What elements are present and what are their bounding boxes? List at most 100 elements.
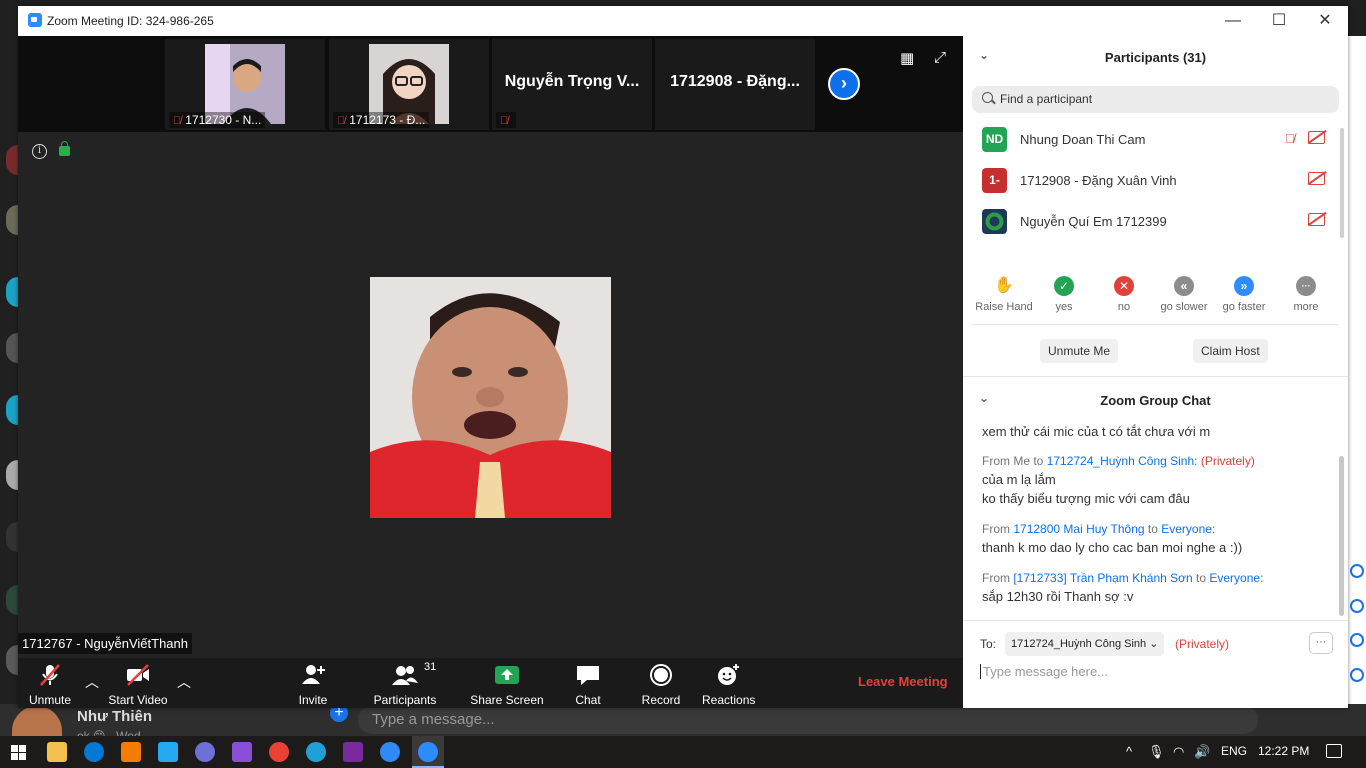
title-bar: Zoom Meeting ID: 324-986-265 — ☐ ✕ [18, 6, 1348, 36]
chat-to-label: To: [980, 637, 997, 651]
privately-tag: (Privately) [1175, 637, 1230, 651]
reactions-label: Reactions [702, 693, 756, 707]
participant-thumbnail[interactable]: 🎙̸ 1712730 - N... [165, 39, 325, 130]
record-button[interactable]: Record [636, 658, 686, 708]
chat-recipient-link[interactable]: 1712724_Huỳnh Công Sinh: [1047, 454, 1198, 468]
zoom-taskbar-button[interactable] [412, 736, 444, 768]
divider [963, 620, 1348, 621]
tray-overflow-caret-icon[interactable]: ^ [1126, 744, 1132, 759]
collapse-chevron-icon[interactable]: ⌄ [979, 391, 989, 405]
maximize-button[interactable]: ☐ [1256, 6, 1302, 36]
info-icon[interactable]: i [32, 144, 47, 159]
chat-scrollbar[interactable] [1339, 456, 1344, 616]
claim-host-button[interactable]: Claim Host [1193, 339, 1268, 363]
app-icon[interactable] [195, 742, 215, 762]
vscode-icon[interactable] [158, 742, 178, 762]
video-options-caret-icon[interactable]: ︿ [177, 672, 191, 692]
reaction-label: go faster [1222, 301, 1266, 313]
volume-icon[interactable]: 🔊 [1194, 744, 1210, 760]
participant-name: Nhung Doan Thi Cam [1020, 132, 1146, 147]
share-screen-label: Share Screen [470, 693, 544, 707]
chat-recipient-select[interactable]: 1712724_Huỳnh Công Sinh ⌄ [1005, 632, 1165, 656]
participant-search-input[interactable]: Find a participant [972, 86, 1339, 113]
chat-message-header: From [1712733] Trần Phạm Khánh Sơn to Ev… [982, 571, 1263, 585]
collapse-chevron-icon[interactable]: ⌄ [979, 48, 989, 62]
video-off-icon [1308, 131, 1325, 144]
more-reactions-button[interactable]: ··· more [1274, 276, 1338, 313]
chat-to-word: to [1196, 571, 1207, 585]
chat-message-input[interactable]: Type message here... [980, 664, 1108, 679]
participant-row[interactable]: Nguyễn Quí Em 1712399 [963, 201, 1338, 242]
background-avatar [6, 522, 18, 552]
chat-label: Chat [575, 693, 601, 707]
visual-studio-icon[interactable] [232, 742, 252, 762]
edge-icon[interactable] [306, 742, 326, 762]
raise-hand-icon: ✋ [994, 277, 1014, 294]
participant-row[interactable]: 1- 1712908 - Đặng Xuân Vinh [963, 160, 1338, 201]
raise-hand-button[interactable]: ✋ Raise Hand [972, 276, 1036, 313]
no-button[interactable]: ✕ no [1092, 276, 1156, 313]
chat-message-header: From 1712800 Mai Huy Thông to Everyone: [982, 522, 1215, 536]
participants-scrollbar[interactable] [1340, 128, 1344, 238]
onenote-icon[interactable] [343, 742, 363, 762]
invite-label: Invite [298, 693, 328, 707]
muted-mic-icon [40, 664, 60, 686]
background-message-input[interactable]: Type a message... [358, 706, 1258, 734]
chat-sender-link[interactable]: [1712733] Trần Phạm Khánh Sơn [1013, 571, 1192, 585]
chat-recipient-link[interactable]: Everyone: [1209, 571, 1263, 585]
chat-message: của m lạ lắm [982, 472, 1056, 487]
unmute-button[interactable]: Unmute [22, 658, 78, 708]
close-button[interactable]: ✕ [1302, 6, 1348, 36]
reactions-button[interactable]: Reactions [702, 658, 756, 708]
start-video-button[interactable]: Start Video [106, 658, 170, 708]
unmute-me-button[interactable]: Unmute Me [1040, 339, 1119, 363]
yes-button[interactable]: ✓ yes [1032, 276, 1096, 313]
wifi-icon[interactable]: ◠ [1173, 744, 1184, 760]
microphone-tray-icon[interactable]: 🎙 [1148, 744, 1165, 760]
background-sidebar [0, 0, 18, 736]
messenger-icon[interactable] [380, 742, 400, 762]
go-faster-button[interactable]: » go faster [1212, 276, 1276, 313]
chat-message: ko thấy biểu tượng mic với cam đâu [982, 491, 1190, 506]
chat-more-button[interactable]: ··· [1309, 632, 1333, 654]
windows-start-icon[interactable] [11, 745, 26, 760]
background-avatar [6, 645, 18, 675]
divider [973, 324, 1338, 325]
chat-button[interactable]: Chat [566, 658, 610, 708]
sublime-text-icon[interactable] [121, 742, 141, 762]
participant-row[interactable]: ND Nhung Doan Thi Cam 🎙̸ [963, 119, 1338, 160]
next-page-button[interactable]: › [828, 68, 860, 100]
participant-thumbnail[interactable]: 🎙̸ 1712173 - Đ... [329, 39, 489, 130]
file-explorer-icon[interactable] [47, 742, 67, 762]
participant-thumbnail[interactable]: Nguyễn Trọng V... 🎙̸ [492, 39, 652, 130]
encryption-lock-icon[interactable] [59, 141, 70, 156]
share-screen-button[interactable]: Share Screen [470, 658, 544, 708]
go-slower-button[interactable]: « go slower [1152, 276, 1216, 313]
background-right-edge [1348, 36, 1366, 736]
x-icon: ✕ [1114, 276, 1134, 296]
invite-button[interactable]: Invite [288, 658, 338, 708]
leave-meeting-button[interactable]: Leave Meeting [858, 674, 948, 689]
clock[interactable]: 12:22 PM [1258, 744, 1309, 758]
background-contact-name: Như Thiên [77, 708, 153, 725]
chrome-icon[interactable] [269, 742, 289, 762]
input-language-indicator[interactable]: ENG [1221, 744, 1247, 758]
muted-mic-icon: 🎙̸ [173, 115, 182, 127]
rewind-icon: « [1174, 276, 1194, 296]
add-user-icon [302, 665, 325, 684]
record-label: Record [641, 693, 681, 707]
audio-options-caret-icon[interactable]: ︿ [85, 672, 99, 692]
notifications-icon[interactable] [1326, 744, 1342, 758]
chat-from: From Me to [982, 454, 1044, 468]
video-off-icon [127, 664, 149, 686]
participants-panel-header: ⌄ Participants (31) [963, 36, 1348, 76]
teamviewer-icon[interactable] [84, 742, 104, 762]
chat-sender-link[interactable]: 1712800 Mai Huy Thông [1013, 522, 1144, 536]
participant-thumbnail[interactable]: 1712908 - Đặng... [655, 39, 815, 130]
gallery-view-icon[interactable]: ▦ [900, 51, 916, 67]
background-action-icon [1350, 564, 1364, 578]
fullscreen-icon[interactable]: ⤢ [934, 50, 950, 66]
minimize-button[interactable]: — [1210, 6, 1256, 36]
chat-recipient-link[interactable]: Everyone: [1161, 522, 1215, 536]
start-video-label: Start Video [108, 693, 168, 707]
